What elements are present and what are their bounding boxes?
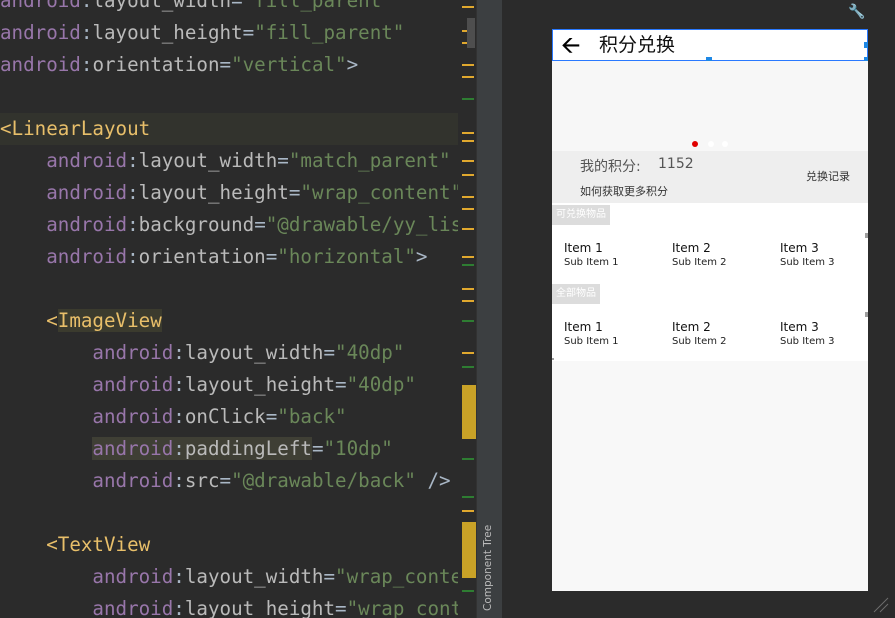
item-title: Item 1 — [564, 320, 603, 334]
carousel-dot[interactable] — [692, 141, 698, 147]
carousel-dot[interactable] — [722, 141, 728, 147]
gutter-marker[interactable] — [462, 366, 474, 368]
item-subtitle: Sub Item 2 — [672, 257, 727, 268]
section-label-all: 全部物品 — [552, 284, 600, 304]
gutter-marker[interactable] — [462, 196, 474, 198]
gutter-marker[interactable] — [462, 174, 474, 176]
gutter-marker[interactable] — [462, 6, 474, 8]
how-to-earn-link[interactable]: 如何获取更多积分 — [580, 183, 668, 199]
code-line: android:orientation="horizontal"> — [46, 245, 428, 268]
points-panel: 我的积分: 1152 兑换记录 如何获取更多积分 — [552, 151, 868, 203]
code-line: android:src="@drawable/back" /> — [92, 469, 451, 492]
gutter-marker[interactable] — [462, 288, 474, 290]
gutter-marker[interactable] — [462, 510, 474, 512]
code-line: android:layout_width="wrap_conte — [92, 565, 463, 588]
gutter-change-block[interactable] — [462, 385, 476, 439]
empty-content-area — [552, 361, 868, 591]
item-title: Item 1 — [564, 241, 603, 255]
gutter-marker[interactable] — [462, 140, 474, 142]
code-line: <ImageView — [46, 309, 162, 332]
gutter-marker[interactable] — [462, 352, 474, 354]
points-value: 1152 — [658, 156, 694, 172]
item-subtitle: Sub Item 3 — [780, 257, 835, 268]
code-line: android:paddingLeft="10dp" — [92, 437, 393, 460]
grid-item[interactable]: Item 2 Sub Item 2 — [672, 320, 772, 349]
item-subtitle: Sub Item 1 — [564, 257, 619, 268]
item-subtitle: Sub Item 3 — [780, 336, 835, 347]
banner-carousel[interactable] — [552, 61, 868, 151]
selection-handle[interactable] — [864, 42, 868, 48]
gutter-marker[interactable] — [462, 76, 474, 78]
gutter-marker[interactable] — [462, 320, 474, 322]
code-line: android:onClick="back" — [92, 405, 347, 428]
gutter-marker[interactable] — [462, 228, 474, 230]
grid-edge-marker — [552, 358, 554, 360]
gutter-marker[interactable] — [462, 496, 474, 498]
code-line: <LinearLayout — [0, 117, 151, 140]
item-title: Item 3 — [780, 320, 819, 334]
component-tree-tab[interactable]: Component Tree — [482, 525, 494, 611]
grid-item[interactable]: Item 3 Sub Item 3 — [780, 241, 868, 270]
item-title: Item 2 — [672, 241, 711, 255]
device-preview[interactable]: 🡨 积分兑换 我的积分: 1152 兑换记录 如何获取更多积分 可兑换物品 It… — [552, 29, 868, 591]
code-editor[interactable]: android:layout_width="fill_parent"androi… — [0, 0, 476, 618]
item-title: Item 2 — [672, 320, 711, 334]
grid-item[interactable]: Item 3 Sub Item 3 — [780, 320, 868, 349]
gutter-marker[interactable] — [462, 98, 474, 100]
points-label: 我的积分: — [580, 159, 641, 175]
wrench-icon[interactable]: 🔧 — [848, 4, 865, 20]
exchange-record-link[interactable]: 兑换记录 — [806, 168, 850, 184]
code-line: android:layout_width="match_parent" — [46, 149, 451, 172]
gutter-marker[interactable] — [462, 64, 474, 66]
gutter-marker[interactable] — [462, 300, 474, 302]
grid-edge-marker — [865, 233, 868, 238]
code-line: android:layout_height="wrap_content" — [46, 181, 463, 204]
page-title: 积分兑换 — [599, 34, 676, 56]
grid-item[interactable]: Item 2 Sub Item 2 — [672, 241, 772, 270]
code-line: android:layout_width="fill_parent" — [0, 0, 393, 12]
resize-grip-icon[interactable] — [872, 596, 890, 614]
gutter-marker[interactable] — [462, 208, 474, 210]
gutter-change-block[interactable] — [462, 522, 476, 578]
gutter-marker[interactable] — [462, 160, 474, 162]
item-title: Item 3 — [780, 241, 819, 255]
gutter-marker[interactable] — [462, 132, 474, 134]
item-grids-area: 可兑换物品 Item 1 Sub Item 1 Item 2 Sub Item … — [552, 203, 868, 361]
gutter-marker[interactable] — [462, 590, 474, 592]
editor-scrollbar-thumb[interactable] — [467, 18, 475, 48]
item-subtitle: Sub Item 2 — [672, 336, 727, 347]
carousel-dot[interactable] — [708, 141, 714, 147]
gutter-marker[interactable] — [462, 264, 474, 266]
gutter-marker[interactable] — [462, 256, 474, 258]
code-line: android:orientation="vertical"> — [0, 53, 359, 76]
grid-item[interactable]: Item 1 Sub Item 1 — [564, 320, 664, 349]
arrow-left-icon[interactable]: 🡨 — [561, 31, 581, 59]
code-line: android:layout_height="wrap_cont — [92, 597, 463, 618]
code-line: android:layout_height="fill_parent" — [0, 21, 405, 44]
section-label-exchangeable: 可兑换物品 — [552, 205, 610, 225]
grid-item[interactable]: Item 1 Sub Item 1 — [564, 241, 664, 270]
code-line: <TextView — [46, 533, 151, 556]
grid-edge-marker — [865, 312, 868, 317]
gutter-marker[interactable] — [462, 458, 474, 460]
code-line: android:layout_width="40dp" — [92, 341, 405, 364]
code-line: android:layout_height="40dp" — [92, 373, 416, 396]
code-line: android:background="@drawable/yy_lis — [46, 213, 463, 236]
item-subtitle: Sub Item 1 — [564, 336, 619, 347]
